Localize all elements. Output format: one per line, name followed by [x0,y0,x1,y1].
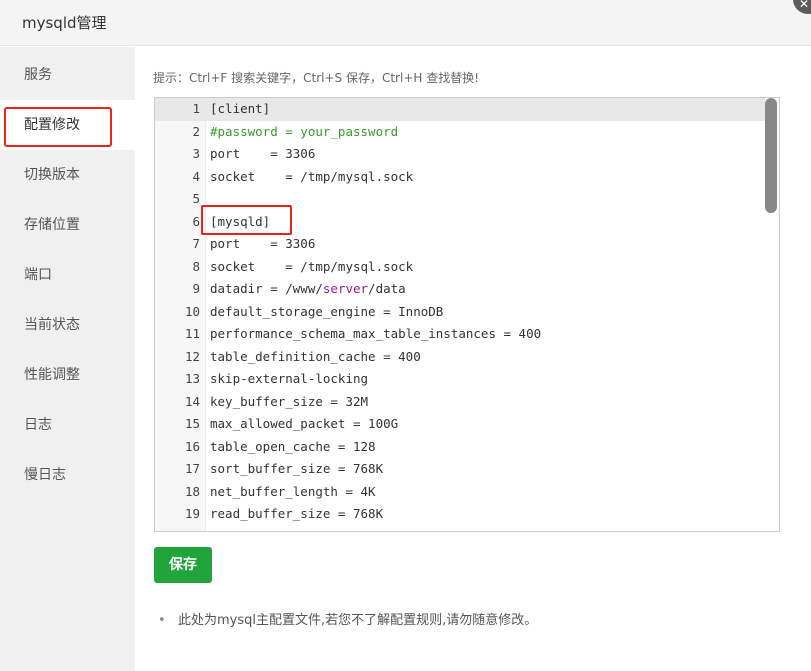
line-number: 15 [184,416,200,431]
code-line[interactable]: 20 read_rnd_buffer_size = 256K [155,526,765,532]
code-line[interactable]: 1 [client] [155,98,765,121]
line-text: skip-external-locking [210,371,369,386]
line-text: read_rnd_buffer_size = 256K [210,526,413,532]
code-line[interactable]: 2 #password = your_password [155,121,765,144]
code-line[interactable]: 11 performance_schema_max_table_instances… [155,323,765,346]
line-text: #password = your_password [210,123,399,139]
line-number: 5 [192,191,200,206]
line-number: 17 [184,461,200,476]
line-number: 2 [192,123,200,139]
code-line[interactable]: 19 read_buffer_size = 768K [155,503,765,526]
line-text: performance_schema_max_table_instances =… [210,326,542,341]
line-text: max_allowed_packet = 100G [210,416,399,431]
save-button[interactable]: 保存 [154,547,212,583]
line-text: table_open_cache = 128 [210,438,376,454]
code-line[interactable]: 17 sort_buffer_size = 768K [155,458,765,481]
dialog-title: mysqld管理 [22,14,107,32]
bullet-icon: • [158,613,166,628]
code-line[interactable]: 5 [155,188,765,211]
mysqld-manager-dialog: mysqld管理 ✕ 服务 配置修改 切换版本 存储位置 端口 当前状态 性能调… [0,0,811,671]
line-number: 13 [184,371,200,386]
line-text: socket = /tmp/mysql.sock [210,168,414,184]
editor-scrollbar-thumb[interactable] [765,98,777,213]
line-text: port = 3306 [210,236,316,251]
sidebar: 服务 配置修改 切换版本 存储位置 端口 当前状态 性能调整 日志 慢日志 [0,47,135,671]
code-line[interactable]: 12 table_definition_cache = 400 [155,346,765,369]
line-number: 19 [184,506,200,521]
line-number: 9 [192,281,200,296]
code-line[interactable]: 6 [mysqld] [155,211,765,234]
highlighted-token: server [322,281,369,296]
line-number: 20 [155,526,200,532]
code-line[interactable]: 7 port = 3306 [155,233,765,256]
sidebar-item-current-status[interactable]: 当前状态 [0,300,135,350]
close-icon: ✕ [799,0,810,11]
sidebar-item-storage-location[interactable]: 存储位置 [0,200,135,250]
line-number: 12 [184,348,200,364]
line-text: key_buffer_size = 32M [210,393,369,409]
line-text: [client] [210,101,271,116]
code-line[interactable]: 14 key_buffer_size = 32M [155,391,765,414]
code-line[interactable]: 15 max_allowed_packet = 100G [155,413,765,436]
code-line[interactable]: 13 skip-external-locking [155,368,765,391]
line-text: net_buffer_length = 4K [210,483,376,499]
code-line[interactable]: 8 socket = /tmp/mysql.sock [155,256,765,279]
line-number: 1 [192,101,200,116]
code-line[interactable]: 4 socket = /tmp/mysql.sock [155,166,765,189]
config-note-text: 此处为mysql主配置文件,若您不了解配置规则,请勿随意修改。 [178,613,538,628]
code-line[interactable]: 10 default_storage_engine = InnoDB [155,301,765,324]
line-text: datadir = /www/server/data [210,281,406,296]
line-text: socket = /tmp/mysql.sock [210,258,414,274]
sidebar-item-slow-log[interactable]: 慢日志 [0,450,135,500]
line-number: 7 [192,236,200,251]
sidebar-item-log[interactable]: 日志 [0,400,135,450]
code-line[interactable]: 3 port = 3306 [155,143,765,166]
code-line[interactable]: 16 table_open_cache = 128 [155,436,765,459]
sidebar-item-port[interactable]: 端口 [0,250,135,300]
line-text: read_buffer_size = 768K [210,506,384,521]
line-number: 14 [184,393,200,409]
line-number: 8 [192,258,200,274]
line-text: sort_buffer_size = 768K [210,461,384,476]
config-editor[interactable]: 1 [client] 2 #password = your_password 3 port… [154,97,780,532]
code-line[interactable]: 18 net_buffer_length = 4K [155,481,765,504]
line-number: 4 [192,168,200,184]
line-text: port = 3306 [210,146,316,161]
editor-tip: 提示：Ctrl+F 搜索关键字，Ctrl+S 保存，Ctrl+H 查找替换! [153,71,480,85]
line-number: 6 [192,213,200,229]
code-line[interactable]: 9 datadir = /www/server/data [155,278,765,301]
sidebar-item-performance-tuning[interactable]: 性能调整 [0,350,135,400]
line-number: 11 [184,326,200,341]
sidebar-item-switch-version[interactable]: 切换版本 [0,150,135,200]
sidebar-item-config-edit[interactable]: 配置修改 [0,100,135,150]
line-text: [mysqld] [210,213,271,229]
line-number: 18 [184,483,200,499]
line-number: 16 [184,438,200,454]
line-text: table_definition_cache = 400 [210,348,421,364]
line-text: default_storage_engine = InnoDB [210,303,444,319]
line-number: 3 [192,146,200,161]
dialog-header: mysqld管理 [0,0,811,46]
line-number: 10 [184,303,200,319]
sidebar-item-service[interactable]: 服务 [0,50,135,100]
config-note: • 此处为mysql主配置文件,若您不了解配置规则,请勿随意修改。 [158,609,537,628]
